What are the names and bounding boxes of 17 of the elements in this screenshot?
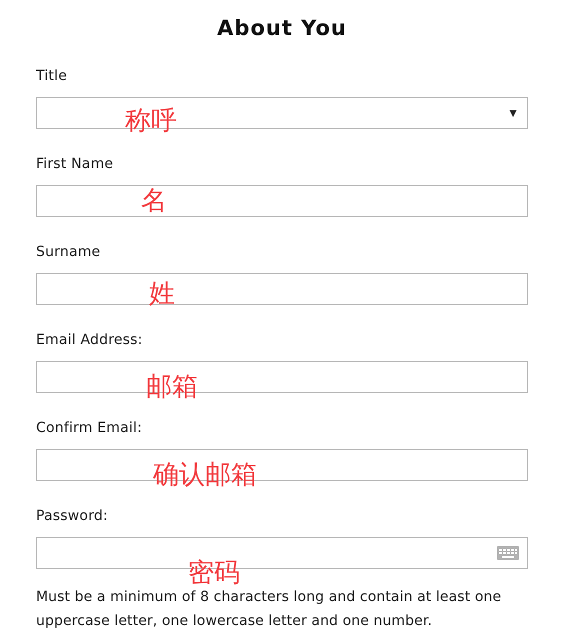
- help-text: Must be a minimum of 8 characters long and contain at least one uppercase letter, one lowercase letter and one number.: [36, 588, 502, 629]
- field-label: Email Address:: [36, 331, 144, 349]
- annotation-text: 确认邮箱: [153, 460, 257, 490]
- field-label: Password:: [36, 507, 109, 525]
- form-heading: About You: [216, 15, 348, 42]
- caret-icon[interactable]: ▼: [507, 106, 519, 120]
- field-label: Confirm Email:: [36, 419, 143, 437]
- annotation-text: 名: [141, 186, 167, 216]
- field-label: Surname: [36, 243, 102, 261]
- annotation-text: 姓: [149, 279, 175, 309]
- field-label: Title: [36, 67, 68, 85]
- keyboard-icon[interactable]: [497, 546, 519, 560]
- input-field[interactable]: [36, 185, 528, 217]
- annotation-text: 邮箱: [146, 372, 198, 402]
- annotation-text: 密码: [188, 558, 240, 588]
- input-field[interactable]: [36, 273, 528, 305]
- field-label: First Name: [36, 155, 114, 173]
